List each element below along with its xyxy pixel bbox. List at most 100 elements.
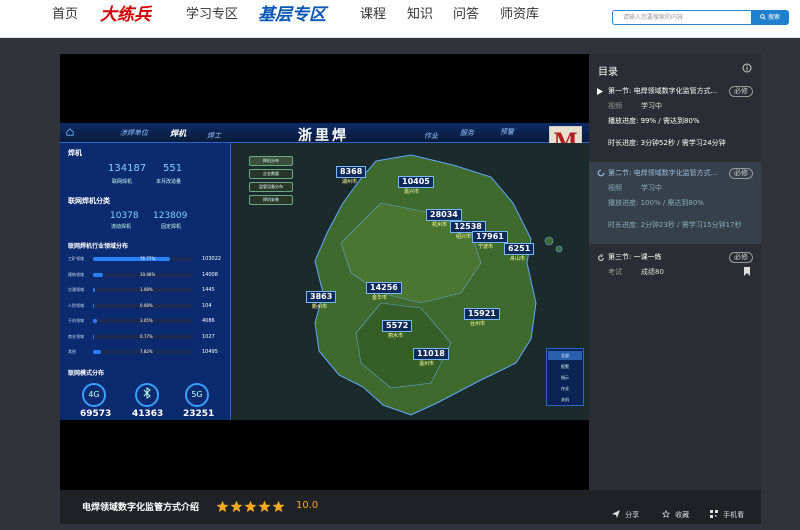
nav-brand-jiceng[interactable]: 基层专区 bbox=[258, 0, 326, 30]
dashboard-title: 浙里焊 bbox=[298, 128, 349, 144]
star-icon[interactable] bbox=[230, 500, 243, 513]
industry-row-value: 103022 bbox=[202, 256, 222, 262]
loading-icon bbox=[597, 169, 605, 177]
video-title: 电焊领域数字化监管方式介绍 bbox=[82, 503, 200, 513]
stat-online-welders-label: 联网焊机 bbox=[112, 179, 133, 185]
star-icon[interactable] bbox=[244, 500, 257, 513]
map-city-name: 丽水市 bbox=[388, 333, 404, 339]
search-button-label: 搜索 bbox=[767, 14, 780, 21]
map-filter-item[interactable]: 作业 bbox=[548, 384, 582, 393]
map-layer-button[interactable]: 焊机分布 bbox=[249, 156, 293, 166]
map-layer-button[interactable]: 焊机安装 bbox=[249, 195, 293, 205]
toc-section-3-score: 成绩80 bbox=[641, 268, 664, 276]
toc-section-2-duration: 时长进度: 2分钟23秒 / 需学习15分钟17秒 bbox=[608, 221, 742, 229]
star-icon[interactable] bbox=[258, 500, 271, 513]
industry-row-percent: 0.77% bbox=[140, 333, 153, 339]
map-city-value: 17961 bbox=[472, 231, 508, 243]
industry-row-fill bbox=[93, 350, 101, 354]
map-layer-button[interactable]: 监管设备分布 bbox=[249, 182, 293, 192]
search-button[interactable]: 搜索 bbox=[751, 10, 789, 25]
toc-section-2-progress: 播放进度: 100% / 需达到80% bbox=[608, 199, 704, 207]
toc-section-2-badge: 必修 bbox=[729, 168, 753, 179]
map-city-name: 湖州市 bbox=[342, 179, 358, 185]
tab-work: 作业 bbox=[424, 132, 438, 140]
stat-mobile-welders-label: 流动焊机 bbox=[111, 224, 132, 230]
toc-section-3-type: 考试 bbox=[608, 268, 622, 276]
industry-row-value: 4086 bbox=[202, 318, 215, 324]
industry-row-label: 工矿领域 bbox=[68, 256, 84, 261]
toc-section-1-badge: 必修 bbox=[729, 86, 753, 97]
refresh-icon bbox=[598, 254, 604, 261]
nav-home[interactable]: 首页 bbox=[52, 0, 78, 30]
map-city-name: 嘉兴市 bbox=[404, 189, 420, 195]
industry-row-fill bbox=[93, 319, 97, 323]
map-city-value: 15921 bbox=[464, 308, 500, 320]
toc-section-2-type: 视频 bbox=[608, 184, 622, 192]
star-icon[interactable] bbox=[272, 500, 285, 513]
map-city-name: 舟山市 bbox=[510, 256, 526, 262]
map-city-name: 宁波市 bbox=[478, 244, 494, 250]
stat-5g-count: 23251 bbox=[183, 409, 215, 419]
tab-warning: 预警 bbox=[500, 128, 514, 136]
home-icon bbox=[66, 128, 74, 136]
industry-row-label: 于机领域 bbox=[68, 318, 84, 323]
share-icon bbox=[612, 510, 620, 518]
map-filter-item[interactable]: 指示 bbox=[548, 373, 582, 382]
nav-teachers[interactable]: 师资库 bbox=[500, 0, 539, 30]
map-filter-item[interactable]: 全部 bbox=[548, 351, 582, 360]
map-layer-button[interactable]: 企业数量 bbox=[249, 169, 293, 179]
stat-monthly-upgrades-label: 本月改造量 bbox=[156, 179, 182, 185]
stat-fixed-welders: 123809 bbox=[153, 211, 188, 221]
map-city-name: 衢州市 bbox=[312, 304, 328, 310]
map-city-value: 6251 bbox=[504, 243, 535, 255]
map-city-name: 杭州市 bbox=[432, 222, 448, 228]
stat-mobile-welders: 10378 bbox=[110, 211, 139, 221]
qr-code-icon bbox=[710, 510, 718, 518]
map-city-value: 5572 bbox=[382, 320, 413, 332]
search-input[interactable]: 请输入您要搜索的内容 bbox=[612, 10, 752, 25]
industry-row-fill bbox=[93, 288, 95, 292]
rating-score: 10.0 bbox=[296, 500, 319, 511]
industry-row-percent: 3.05% bbox=[140, 318, 153, 323]
info-icon[interactable] bbox=[742, 63, 752, 73]
map-filter-item[interactable]: 关机 bbox=[548, 395, 582, 404]
video-frame[interactable]: 涉焊单位 焊机 焊工 浙里焊 作业 服务 预警 M 浙江省 焊机 134187 … bbox=[60, 123, 589, 420]
map-city-name: 台州市 bbox=[470, 321, 486, 327]
toc-title: 目录 bbox=[598, 67, 618, 78]
star-icon[interactable] bbox=[216, 500, 229, 513]
map-city-name: 绍兴市 bbox=[456, 234, 472, 240]
nav-knowledge[interactable]: 知识 bbox=[407, 0, 433, 30]
nav-brand-dalianbing[interactable]: 大练兵 bbox=[100, 0, 151, 30]
nav-courses[interactable]: 课程 bbox=[360, 0, 386, 30]
industry-row-value: 104 bbox=[202, 302, 212, 309]
panel-welders-title: 焊机 bbox=[68, 149, 82, 157]
rating-stars[interactable] bbox=[216, 498, 286, 517]
stat-online-welders: 134187 bbox=[108, 163, 147, 174]
industry-row-fill bbox=[93, 334, 94, 339]
map-filter-item[interactable]: 报警 bbox=[548, 362, 582, 371]
industry-row-percent: 76.77% bbox=[140, 256, 156, 261]
tab-welders: 焊工 bbox=[207, 132, 221, 140]
toc-section-1[interactable]: 第一节: 电焊领域数字化监管方式... 必修 视频 学习中 播放进度: 99% … bbox=[589, 80, 761, 162]
map-city-value: 11018 bbox=[413, 348, 449, 360]
panel-classification-title: 联网焊机分类 bbox=[68, 197, 110, 205]
toc-section-3[interactable]: 第三节: 一课一练 必修 考试 成绩80 bbox=[589, 246, 761, 286]
industry-row-value: 1027 bbox=[202, 333, 215, 340]
nav-qa[interactable]: 问答 bbox=[453, 0, 479, 30]
bookmark-icon[interactable] bbox=[743, 267, 751, 276]
industry-row-value: 1445 bbox=[202, 287, 215, 293]
favorite-button[interactable]: 收藏 bbox=[661, 502, 690, 521]
toc-section-1-progress: 播放进度: 99% / 需达到80% bbox=[608, 117, 700, 125]
toc-section-2-title: 第二节: 电焊领域数字化监管方式... bbox=[608, 169, 718, 177]
nav-study-zone[interactable]: 学习专区 bbox=[186, 0, 238, 30]
industry-row-label: 商业领域 bbox=[68, 333, 84, 339]
tab-service: 服务 bbox=[460, 129, 474, 137]
toc-section-2[interactable]: 第二节: 电焊领域数字化监管方式... 必修 视频 学习中 播放进度: 100%… bbox=[589, 162, 761, 244]
toc-section-2-status: 学习中 bbox=[641, 184, 662, 192]
mobile-view-button[interactable]: 手机看 bbox=[710, 502, 744, 521]
favorite-label: 收藏 bbox=[675, 511, 690, 519]
toc-section-3-title: 第三节: 一课一练 bbox=[608, 253, 662, 261]
left-stats-panel bbox=[60, 143, 231, 420]
share-button[interactable]: 分享 bbox=[612, 502, 639, 521]
map-city-value: 8368 bbox=[336, 166, 367, 178]
